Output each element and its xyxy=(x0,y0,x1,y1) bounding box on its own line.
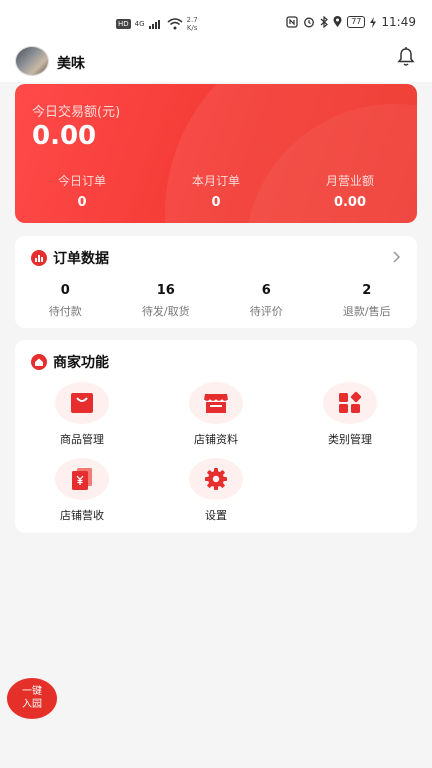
func-icon-circle xyxy=(55,458,109,500)
bar-chart-icon xyxy=(31,250,47,266)
today-amount-label: 今日交易额(元) xyxy=(32,105,121,120)
bluetooth-icon xyxy=(320,16,329,28)
float-button-line2: 入园 xyxy=(22,699,42,710)
func-store-revenue[interactable]: 店铺营收 xyxy=(15,458,149,523)
func-icon-circle xyxy=(323,382,377,424)
shopping-bag-icon xyxy=(71,393,93,413)
float-button-line1: 一键 xyxy=(22,686,42,697)
gear-icon xyxy=(205,468,227,490)
order-stat-pending-payment[interactable]: 0 待付款 xyxy=(15,283,116,319)
revenue-summary-card: 今日交易额(元) 0.00 今日订单 0 本月订单 0 月营业额 0.00 xyxy=(15,84,417,223)
merchant-functions-header: 商家功能 xyxy=(31,352,109,372)
charging-icon xyxy=(370,16,377,28)
clock: 11:49 xyxy=(381,15,416,29)
signal-icon xyxy=(148,20,160,29)
stat-label: 今日订单 xyxy=(57,174,106,188)
func-category-management[interactable]: 类别管理 xyxy=(283,382,417,447)
func-label: 商品管理 xyxy=(60,433,104,446)
home-icon xyxy=(31,354,47,370)
func-label: 店铺营收 xyxy=(60,509,104,522)
stat-today-orders[interactable]: 今日订单 0 xyxy=(15,172,149,210)
notification-bell-icon[interactable] xyxy=(396,46,416,68)
shop-avatar[interactable] xyxy=(15,46,49,76)
status-bar: HD 4G 2.7 K/s 77 11:49 xyxy=(0,0,432,44)
order-stat-pending-review[interactable]: 6 待评价 xyxy=(216,283,317,319)
yuan-receipt-icon xyxy=(72,468,92,490)
stat-value: 0.00 xyxy=(333,195,367,210)
stat-value: 0 xyxy=(77,195,87,210)
app-header: 美味 xyxy=(0,44,432,82)
order-stat-value: 0 xyxy=(60,283,70,298)
wifi-icon xyxy=(167,18,183,30)
category-grid-icon xyxy=(339,391,362,413)
func-icon-circle xyxy=(189,458,243,500)
order-stat-label: 退款/售后 xyxy=(342,305,391,318)
status-right: 77 11:49 xyxy=(286,15,416,29)
func-store-info[interactable]: 店铺资料 xyxy=(149,382,283,447)
order-stat-label: 待发/取货 xyxy=(141,305,190,318)
stat-label: 本月订单 xyxy=(191,174,240,188)
order-stat-pending-delivery[interactable]: 16 待发/取货 xyxy=(116,283,217,319)
location-icon xyxy=(333,16,342,27)
storefront-icon xyxy=(203,394,229,413)
order-stat-label: 待付款 xyxy=(48,305,82,318)
order-stat-label: 待评价 xyxy=(249,305,283,318)
func-label: 店铺资料 xyxy=(194,433,238,446)
order-stats: 0 待付款 16 待发/取货 6 待评价 2 退款/售后 xyxy=(15,283,417,319)
speed-value: 2.7 xyxy=(186,16,198,24)
stat-value: 0 xyxy=(211,195,221,210)
order-stat-value: 6 xyxy=(261,283,271,298)
order-data-header[interactable]: 订单数据 xyxy=(31,248,109,268)
merchant-functions-title: 商家功能 xyxy=(53,355,109,371)
stat-month-orders[interactable]: 本月订单 0 xyxy=(149,172,283,210)
func-label: 类别管理 xyxy=(328,433,372,446)
status-left: HD 4G 2.7 K/s xyxy=(116,16,198,32)
hd-badge: HD xyxy=(116,19,131,29)
one-click-enter-button[interactable]: 一键 入园 xyxy=(7,678,57,719)
stat-label: 月营业额 xyxy=(325,174,374,188)
order-stat-value: 2 xyxy=(362,283,372,298)
shop-name: 美味 xyxy=(57,56,85,72)
func-product-management[interactable]: 商品管理 xyxy=(15,382,149,447)
network-type: 4G xyxy=(134,20,145,28)
func-icon-circle xyxy=(55,382,109,424)
order-stat-refund[interactable]: 2 退款/售后 xyxy=(317,283,418,319)
order-data-title: 订单数据 xyxy=(53,251,109,267)
func-label: 设置 xyxy=(205,509,227,522)
func-icon-circle xyxy=(189,382,243,424)
order-data-card: 订单数据 0 待付款 16 待发/取货 6 待评价 2 退款/售后 xyxy=(15,236,417,328)
today-amount-value: 0.00 xyxy=(32,121,97,151)
summary-stats: 今日订单 0 本月订单 0 月营业额 0.00 xyxy=(15,172,417,210)
order-stat-value: 16 xyxy=(156,283,175,298)
battery-level: 77 xyxy=(347,16,366,28)
func-settings[interactable]: 设置 xyxy=(149,458,283,523)
speed-unit: K/s xyxy=(186,24,198,32)
merchant-functions-card: 商家功能 商品管理 店铺资料 类别管理 店铺营收 设置 xyxy=(15,340,417,533)
stat-month-revenue[interactable]: 月营业额 0.00 xyxy=(283,172,417,210)
chevron-right-icon[interactable] xyxy=(391,250,401,264)
network-speed: 2.7 K/s xyxy=(187,16,198,32)
alarm-icon xyxy=(304,17,315,28)
nfc-icon xyxy=(286,16,298,28)
